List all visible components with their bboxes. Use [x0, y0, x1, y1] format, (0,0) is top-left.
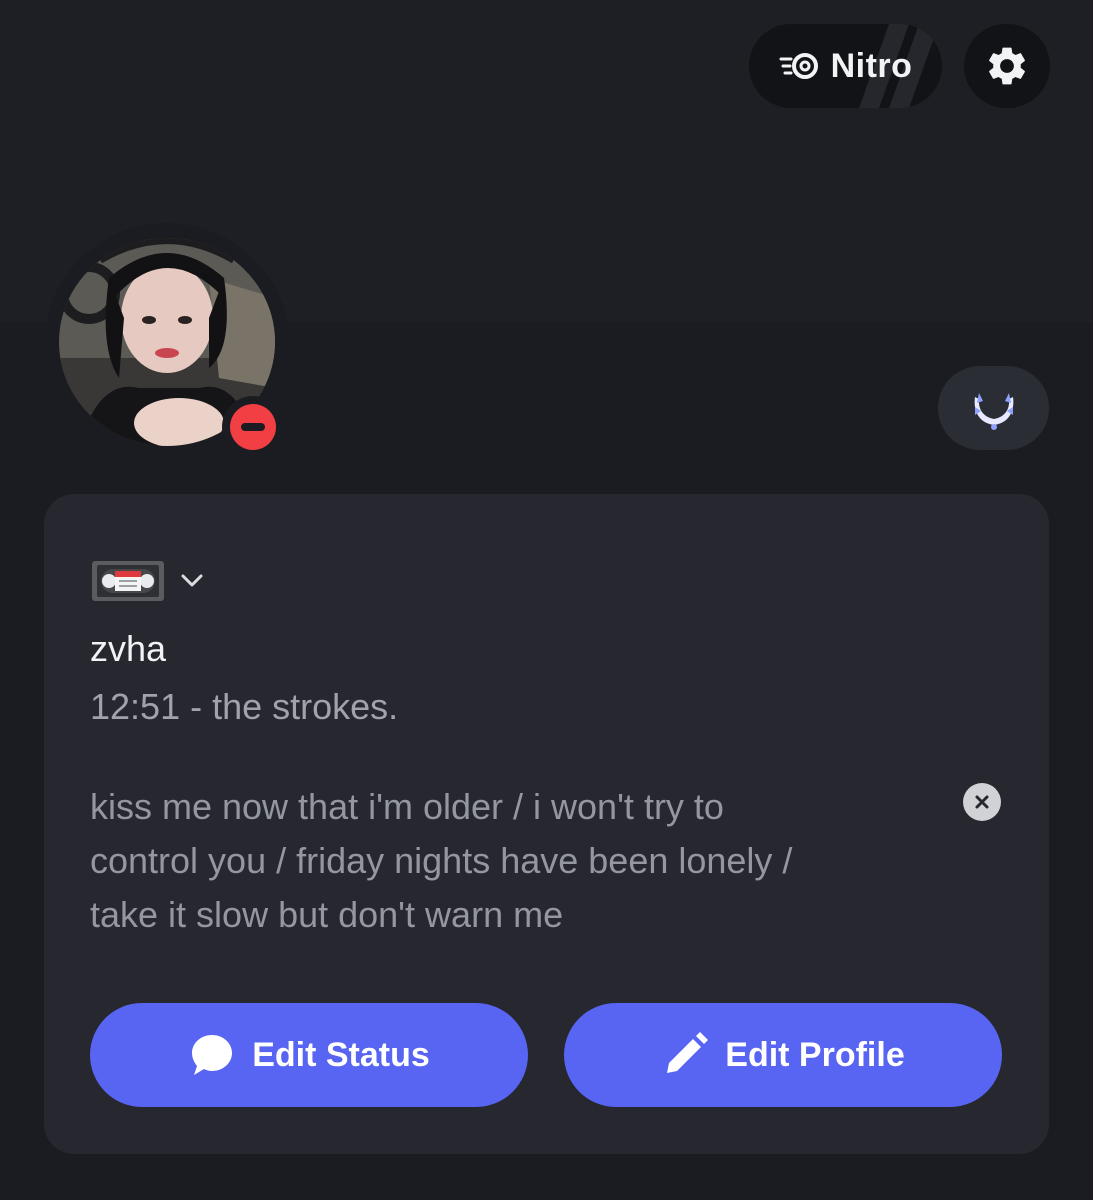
edit-profile-label: Edit Profile: [725, 1035, 905, 1074]
close-icon: [975, 795, 989, 809]
speech-bubble-icon: [192, 1035, 233, 1075]
edit-profile-button[interactable]: Edit Profile: [564, 1003, 1002, 1107]
videocassette-icon: [92, 561, 164, 601]
username: zvha: [90, 628, 167, 669]
nitro-icon: [779, 53, 818, 79]
nitro-button[interactable]: Nitro: [749, 24, 942, 108]
dnd-status-indicator: [222, 396, 284, 458]
edit-status-label: Edit Status: [252, 1035, 430, 1074]
pencil-icon: [667, 1032, 709, 1073]
gear-icon: [989, 47, 1025, 85]
status-song: 12:51 - the strokes.: [90, 686, 399, 727]
settings-button[interactable]: [964, 24, 1050, 108]
status-text-line: kiss me now that i'm older / i won't try…: [90, 786, 724, 827]
clear-status-button[interactable]: [963, 783, 1001, 821]
nitro-label: Nitro: [830, 46, 913, 85]
status-text-line: take it slow but don't warn me: [90, 894, 564, 935]
laurel-badge-icon: [974, 393, 1013, 430]
edit-status-button[interactable]: Edit Status: [90, 1003, 528, 1107]
badge-button[interactable]: [938, 366, 1049, 450]
dnd-icon: [230, 404, 276, 450]
status-emoji-picker[interactable]: [91, 556, 207, 606]
status-text-line: control you / friday nights have been lo…: [90, 840, 793, 881]
status-text: kiss me now that i'm older / i won't try…: [90, 780, 930, 942]
chevron-down-icon: [181, 574, 203, 587]
